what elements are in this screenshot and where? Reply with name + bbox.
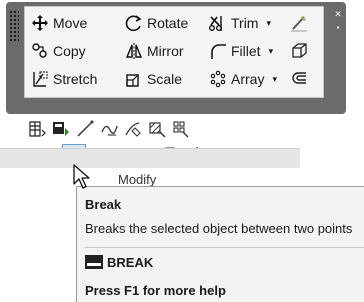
fillet-icon <box>211 44 226 59</box>
mouse-pointer-icon <box>73 164 90 189</box>
mirror-label: Mirror <box>147 43 184 59</box>
lengthen-icon[interactable] <box>76 120 94 138</box>
array-button[interactable]: Array ▾ <box>209 67 277 91</box>
edit-polyline-icon[interactable] <box>100 120 118 138</box>
fillet-button[interactable]: Fillet ▾ <box>209 39 273 63</box>
array-dropdown-icon[interactable]: ▾ <box>272 74 277 85</box>
move-icon <box>32 15 48 31</box>
3d-box-icon[interactable] <box>289 41 309 61</box>
trim-label: Trim <box>231 15 259 31</box>
panel-grip-handle[interactable] <box>9 10 19 42</box>
panel-settings-icon[interactable]: ▪ <box>334 24 342 32</box>
scale-label: Scale <box>147 71 183 87</box>
move-button[interactable]: Move <box>31 11 87 35</box>
edit-spline-icon[interactable] <box>124 120 142 138</box>
fillet-dropdown-icon[interactable]: ▾ <box>269 46 274 57</box>
modify-panel-title-bar[interactable] <box>0 148 300 168</box>
edit-array-icon[interactable] <box>172 120 190 138</box>
rotate-button[interactable]: Rotate <box>125 11 188 35</box>
copy-icon <box>32 43 47 58</box>
erase-icon[interactable] <box>289 13 309 33</box>
fillet-label: Fillet <box>231 43 261 59</box>
offset-icon[interactable] <box>289 69 309 89</box>
stretch-label: Stretch <box>53 71 98 87</box>
rotate-icon <box>125 15 142 32</box>
explode-table-icon[interactable] <box>28 120 46 138</box>
scale-icon <box>126 74 139 87</box>
stretch-button[interactable]: Stretch <box>31 67 97 91</box>
tooltip-divider <box>85 247 364 248</box>
trim-icon <box>209 16 222 31</box>
panel-commands: Move Rotate Trim ▾ Copy Mirror Fillet ▾ … <box>24 6 324 98</box>
tooltip-description: Breaks the selected object between two p… <box>85 221 353 236</box>
array-icon <box>210 70 226 88</box>
tooltip-command-name: BREAK <box>107 255 154 270</box>
mirror-button[interactable]: Mirror <box>125 39 184 63</box>
trim-dropdown-icon[interactable]: ▾ <box>266 18 271 29</box>
copy-button[interactable]: Copy <box>31 39 86 63</box>
match-properties-icon[interactable] <box>52 120 70 138</box>
mirror-icon <box>125 43 143 59</box>
tooltip-help-hint: Press F1 for more help <box>85 283 226 298</box>
tooltip-title: Break <box>85 197 122 212</box>
trim-button[interactable]: Trim ▾ <box>209 11 271 35</box>
stretch-icon <box>33 71 48 87</box>
array-label: Array <box>231 71 265 87</box>
scale-button[interactable]: Scale <box>125 67 182 91</box>
tooltip: Break Breaks the selected object between… <box>76 186 364 302</box>
copy-label: Copy <box>53 43 86 59</box>
edit-hatch-icon[interactable] <box>148 120 166 138</box>
floating-modify-panel: ✕ ▪ Move Rotate Trim ▾ Copy Mirror Fille… <box>6 2 346 114</box>
modify-panel-label: Modify <box>118 172 157 187</box>
move-label: Move <box>53 15 88 31</box>
rotate-label: Rotate <box>147 15 189 31</box>
command-line-icon <box>85 255 103 269</box>
close-icon[interactable]: ✕ <box>334 10 342 19</box>
